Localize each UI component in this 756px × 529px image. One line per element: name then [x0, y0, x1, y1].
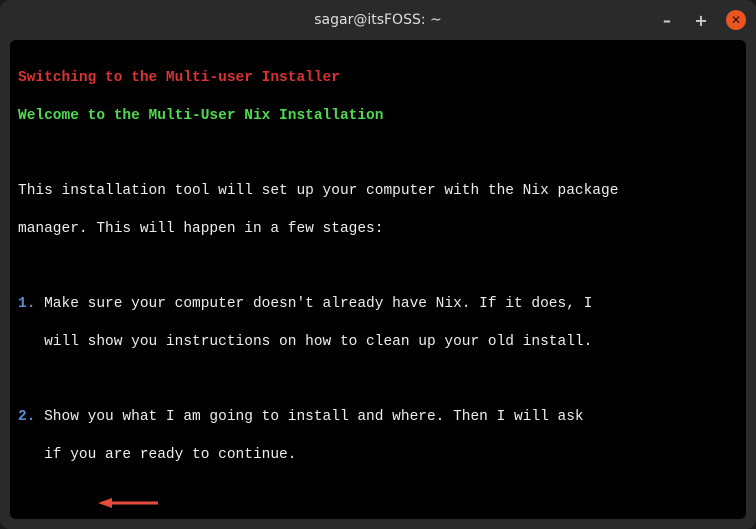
step-1-line1: 1. Make sure your computer doesn't alrea…: [18, 295, 738, 314]
step-2-line2: if you are ready to continue.: [18, 446, 738, 465]
step-1-line2: will show you instructions on how to cle…: [18, 333, 738, 352]
window-controls: – + ✕: [658, 0, 746, 40]
window-title: sagar@itsFOSS: ~: [314, 12, 442, 28]
heading-switching: Switching to the Multi-user Installer: [18, 70, 340, 86]
step-1-num: 1.: [18, 296, 35, 312]
titlebar[interactable]: sagar@itsFOSS: ~ – + ✕: [0, 0, 756, 40]
step-2-line1: 2. Show you what I am going to install a…: [18, 408, 738, 427]
maximize-button[interactable]: +: [692, 11, 710, 29]
minimize-button[interactable]: –: [658, 11, 676, 29]
intro-text-line2: manager. This will happen in a few stage…: [18, 220, 738, 239]
step-2-num: 2.: [18, 409, 35, 425]
intro-text-line1: This installation tool will set up your …: [18, 182, 738, 201]
close-button[interactable]: ✕: [726, 10, 746, 30]
terminal-window: sagar@itsFOSS: ~ – + ✕ Switching to the …: [0, 0, 756, 529]
terminal-output[interactable]: Switching to the Multi-user Installer We…: [10, 40, 746, 519]
heading-welcome: Welcome to the Multi-User Nix Installati…: [18, 108, 383, 124]
arrow-annotation-icon: [98, 495, 158, 511]
